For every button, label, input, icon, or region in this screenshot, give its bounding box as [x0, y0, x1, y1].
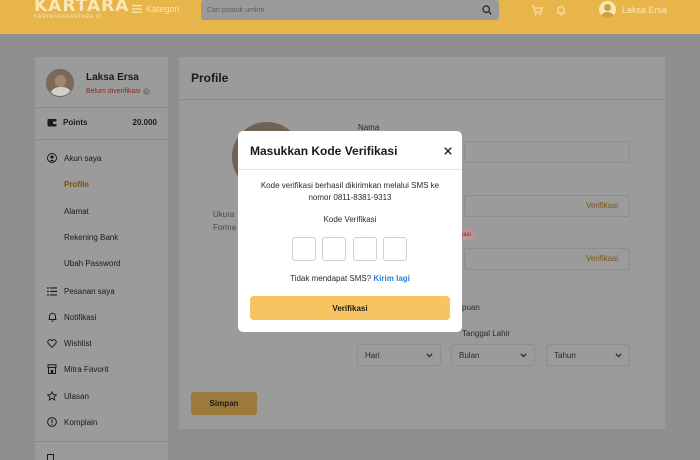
- resend-row: Tidak mendapat SMS? Kirim lagi: [238, 274, 462, 283]
- nav-mitra-label: Mitra Favorit: [64, 364, 109, 374]
- bulan-value: Bulan: [459, 350, 480, 360]
- help-icon[interactable]: ?: [143, 88, 151, 95]
- hari-value: Hari: [365, 350, 380, 360]
- photo-note: Ukura Forma: [213, 208, 236, 234]
- cart-icon[interactable]: [530, 3, 544, 17]
- profile-name: Laksa Ersa: [86, 72, 139, 83]
- hari-select[interactable]: Hari: [357, 344, 441, 366]
- list-icon: [47, 286, 57, 296]
- resend-link[interactable]: Kirim lagi: [373, 274, 409, 283]
- tanggal-lahir-label: Tanggal Lahir: [462, 329, 511, 338]
- store-icon: [47, 364, 57, 374]
- search-input[interactable]: [207, 3, 467, 17]
- user-avatar: [599, 1, 616, 18]
- otp-digit-4[interactable]: [383, 237, 407, 261]
- nav-wishlist-label: Wishlist: [64, 338, 92, 348]
- photo-note-line: Forma: [213, 223, 237, 232]
- close-icon[interactable]: [442, 145, 454, 157]
- divider: [35, 107, 168, 108]
- user-name: Laksa Ersa: [622, 4, 668, 15]
- search-bar: [201, 0, 499, 20]
- chevron-down-icon: [615, 351, 622, 360]
- top-header: KARTARA KARYANGKSARTARA.ID Kategori Laks…: [0, 0, 700, 34]
- divider: [35, 441, 168, 442]
- resend-text: Tidak mendapat SMS?: [290, 274, 372, 283]
- search-icon[interactable]: [479, 2, 495, 18]
- verifikasi-button[interactable]: Verifikasi: [250, 296, 450, 320]
- nav-notifikasi[interactable]: Notifikasi: [47, 312, 96, 322]
- nav-komplain-label: Komplain: [64, 417, 98, 427]
- profile-card: Laksa Ersa Belum diverifikasi ?: [35, 57, 168, 107]
- points-label: Points: [63, 117, 88, 127]
- simpan-button[interactable]: Simpan: [191, 392, 257, 415]
- nav-ulasan-label: Ulasan: [64, 391, 89, 401]
- avatar: [46, 69, 74, 97]
- user-icon: [47, 153, 57, 163]
- gender-option-label[interactable]: puan: [462, 303, 480, 312]
- tahun-select[interactable]: Tahun: [546, 344, 630, 366]
- verification-modal: Masukkan Kode Verifikasi Kode verifikasi…: [238, 131, 462, 332]
- otp-digit-2[interactable]: [322, 237, 346, 261]
- modal-message: Kode verifikasi berhasil dikirimkan mela…: [260, 181, 440, 202]
- code-label: Kode Verifikasi: [323, 215, 377, 224]
- nav-wishlist[interactable]: Wishlist: [47, 338, 92, 348]
- user-menu[interactable]: Laksa Ersa: [599, 1, 667, 18]
- bulan-select[interactable]: Bulan: [451, 344, 535, 366]
- nav-mitra-favorit[interactable]: Mitra Favorit: [47, 364, 108, 374]
- kategori-label: Kategori: [146, 4, 180, 14]
- heart-icon: [47, 338, 57, 348]
- points-row: Points 20.000: [47, 117, 157, 127]
- kategori-button[interactable]: Kategori: [132, 4, 180, 14]
- star-icon: [47, 391, 57, 401]
- page-title: Profile: [191, 71, 229, 85]
- nav-pesanan-saya[interactable]: Pesanan saya: [47, 286, 115, 296]
- bell-icon[interactable]: [554, 3, 568, 17]
- modal-title: Masukkan Kode Verifikasi: [250, 144, 398, 158]
- nav-pesanan-label: Pesanan saya: [64, 286, 115, 296]
- divider: [35, 139, 168, 140]
- nav-profile[interactable]: Profile: [64, 180, 89, 189]
- nav-ubah-password[interactable]: Ubah Password: [64, 259, 120, 268]
- otp-digit-3[interactable]: [353, 237, 377, 261]
- divider: [238, 169, 462, 170]
- nav-akun-label: Akun saya: [64, 153, 102, 163]
- alert-icon: [47, 417, 57, 427]
- wallet-icon: [47, 117, 57, 127]
- logout-icon[interactable]: [47, 453, 57, 460]
- nav-notifikasi-label: Notifikasi: [64, 312, 97, 322]
- account-sidebar: Laksa Ersa Belum diverifikasi ? Points 2…: [35, 57, 168, 460]
- bell-icon: [47, 312, 57, 322]
- verifikasi-link[interactable]: Verifikasi: [586, 201, 618, 210]
- logo-text: KARTARA: [34, 0, 130, 16]
- nav-komplain[interactable]: Komplain: [47, 417, 97, 427]
- otp-digit-1[interactable]: [292, 237, 316, 261]
- verification-status: Belum diverifikasi ?: [86, 88, 151, 95]
- nav-alamat[interactable]: Alamat: [64, 207, 89, 216]
- kartara-logo[interactable]: KARTARA KARYANGKSARTARA.ID: [34, 0, 129, 20]
- nav-rekening-bank[interactable]: Rekening Bank: [64, 233, 118, 242]
- chevron-down-icon: [520, 351, 527, 360]
- menu-icon: [132, 4, 142, 14]
- status-text: Belum diverifikasi: [86, 88, 141, 95]
- nav-ulasan[interactable]: Ulasan: [47, 391, 89, 401]
- points-value: 20.000: [132, 117, 157, 127]
- divider: [179, 99, 665, 100]
- nav-akun-saya[interactable]: Akun saya: [47, 153, 101, 163]
- nama-field[interactable]: [464, 141, 630, 163]
- tahun-value: Tahun: [554, 350, 576, 360]
- photo-note-line: Ukura: [213, 210, 235, 219]
- verifikasi-link[interactable]: Verifikasi: [586, 254, 618, 263]
- chevron-down-icon: [426, 351, 433, 360]
